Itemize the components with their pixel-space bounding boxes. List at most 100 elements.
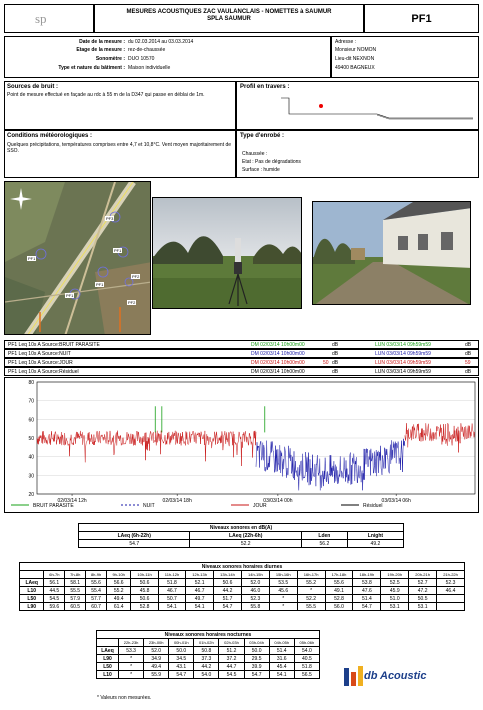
logo-acoustic: Acoustic — [380, 670, 427, 682]
cross-section-profile — [281, 97, 473, 120]
diurnal-table: Niveaux sonores horaires diurnes 6h-7h 7h-… — [18, 562, 465, 611]
table-cell: 50.8 — [193, 646, 220, 655]
levels-title: Niveaux sonores en dB(A) — [78, 523, 404, 532]
point-id: PF1 — [411, 13, 432, 25]
table-cell: 54.1 — [185, 602, 215, 611]
column-header: 16h-17h — [296, 570, 326, 579]
table-cell: 52.2 — [296, 594, 326, 603]
row-label: L50 — [18, 594, 45, 603]
map-marker: PF1 — [27, 256, 37, 261]
table-cell: 54.7 — [168, 670, 195, 679]
table-cell: 51.8 — [293, 662, 321, 671]
table-cell: 54.7 — [213, 602, 242, 611]
source-row-end: LUN 03/03/14 09h59m59 — [375, 342, 431, 348]
building-value: Maison individuelle — [128, 65, 171, 71]
sources-label: Sources de bruit : — [7, 84, 59, 90]
meteo-label: Conditions météorologiques : — [7, 133, 92, 139]
table-cell: 52.0 — [143, 646, 170, 655]
column-header: 01h-02h — [193, 638, 220, 647]
source-row-unit2: dB — [465, 351, 472, 357]
table-cell: * — [296, 586, 326, 595]
table-cell: 60.7 — [85, 602, 107, 611]
source-row-start: DM 02/03/14 10h00m00 — [251, 360, 305, 366]
table-cell: 50.6 — [130, 578, 159, 587]
table-cell: 55.5 — [64, 586, 87, 595]
source-row-unit2: dB — [465, 342, 472, 348]
table-cell: 45.4 — [268, 662, 295, 671]
row-label: LAeq — [18, 578, 45, 587]
table-cell: 37.2 — [218, 654, 245, 663]
source-row-start: DM 02/03/14 10h00m00 — [251, 342, 305, 348]
table-cell: 54.0 — [193, 670, 220, 679]
sources-text: Point de mesure effectué en façade au rd… — [7, 92, 205, 98]
column-header: 9h-10h — [105, 570, 132, 579]
source-row-unit: dB — [332, 360, 339, 366]
noise-chart: 80 70 60 50 40 30 20 02/03/14 12h 02/03/14 18h 03… — [4, 377, 479, 513]
levels-table: Niveaux sonores en dB(A) LAeq (6h-22h) L… — [77, 523, 405, 548]
address-line2: Lieu-dit NEXNON — [335, 56, 375, 62]
table-cell: 52.0 — [240, 578, 270, 587]
source-row-unit2: dB — [465, 369, 472, 375]
diurnal-table-title: Niveaux sonores horaires diurnes — [19, 562, 465, 571]
map-marker: PF1 — [113, 248, 123, 253]
table-cell: 39.9 — [243, 662, 270, 671]
table-cell: 44.2 — [213, 586, 242, 595]
table-cell: 46.7 — [185, 586, 215, 595]
y-tick-label: 70 — [28, 399, 34, 405]
table-cell: 52.8 — [324, 594, 354, 603]
x-tick-label: 03/03/14 06h — [382, 498, 411, 504]
table-cell: 49.1 — [324, 586, 354, 595]
column-header: 03h-04h — [243, 638, 270, 647]
column-header: 11h-12h — [157, 570, 187, 579]
table-cell: 50.0 — [243, 646, 270, 655]
table-row: L90 * 34.9 34.5 37.3 37.2 29.5 31.6 40.5 — [95, 654, 321, 663]
dbacoustic-logo: db Acoustic — [340, 664, 450, 690]
source-row-start: DM 02/03/14 10h00m00 — [251, 351, 305, 357]
sonometer-value: DUO 10570 — [128, 56, 155, 62]
table-cell: * — [118, 654, 145, 663]
map-marker: PF3 — [105, 216, 115, 221]
footnote: * Valeurs non mesurées. — [97, 695, 152, 701]
table-cell: 54.1 — [268, 670, 295, 679]
column-header: 00h-01h — [168, 638, 195, 647]
column-header — [95, 638, 120, 647]
table-row: L50 54.5 57.9 57.7 49.4 50.6 50.7 49.7 51.7 52.3 *… — [18, 594, 465, 603]
table-cell: 45.6 — [268, 586, 298, 595]
table-cell: 53.3 — [118, 646, 145, 655]
column-header: 7h-8h — [64, 570, 87, 579]
y-tick-label: 30 — [28, 473, 34, 479]
building-label: Type et nature du bâtiment : — [58, 65, 125, 71]
levels-value: 49.2 — [346, 539, 405, 548]
table-cell — [436, 594, 465, 603]
column-header: 13h-14h — [213, 570, 242, 579]
noise-chart-svg: 8070605040302002/03/14 12h 02/03/14 18h 03… — [11, 380, 476, 509]
table-cell: 53.8 — [352, 578, 382, 587]
table-cell: 52.7 — [408, 578, 438, 587]
compass-rose-icon — [10, 188, 32, 210]
column-header: 18h-19h — [352, 570, 382, 579]
legend-label: NUIT — [143, 503, 155, 509]
table-cell: 49.4 — [105, 594, 132, 603]
table-cell: * — [268, 594, 298, 603]
meta-box: Date de la mesure : du 02.03.2014 au 03.… — [4, 36, 331, 78]
spla-logo: sp — [35, 11, 47, 26]
source-row-end: LUN 03/03/14 09h59m59 — [375, 351, 431, 357]
table-cell: 55.6 — [324, 578, 354, 587]
levels-value: 52.2 — [189, 539, 302, 548]
column-header: 12h-13h — [185, 570, 215, 579]
table-cell: 54.0 — [293, 646, 321, 655]
table-cell: 51.7 — [213, 594, 242, 603]
legend-label: Résiduel — [363, 503, 382, 509]
row-label: L90 — [95, 654, 120, 663]
table-cell: 49.7 — [185, 594, 215, 603]
surface-label: Type d'enrobé : — [240, 133, 284, 139]
table-cell: 56.0 — [324, 602, 354, 611]
address-label: Adresse : — [335, 39, 357, 45]
table-cell: 52.3 — [436, 578, 465, 587]
y-tick-label: 80 — [28, 380, 34, 386]
table-cell: 46.7 — [157, 586, 187, 595]
table-cell: 54.5 — [218, 670, 245, 679]
table-cell: 40.5 — [293, 654, 321, 663]
y-tick-label: 50 — [28, 436, 34, 442]
source-row-unit: dB — [332, 342, 339, 348]
